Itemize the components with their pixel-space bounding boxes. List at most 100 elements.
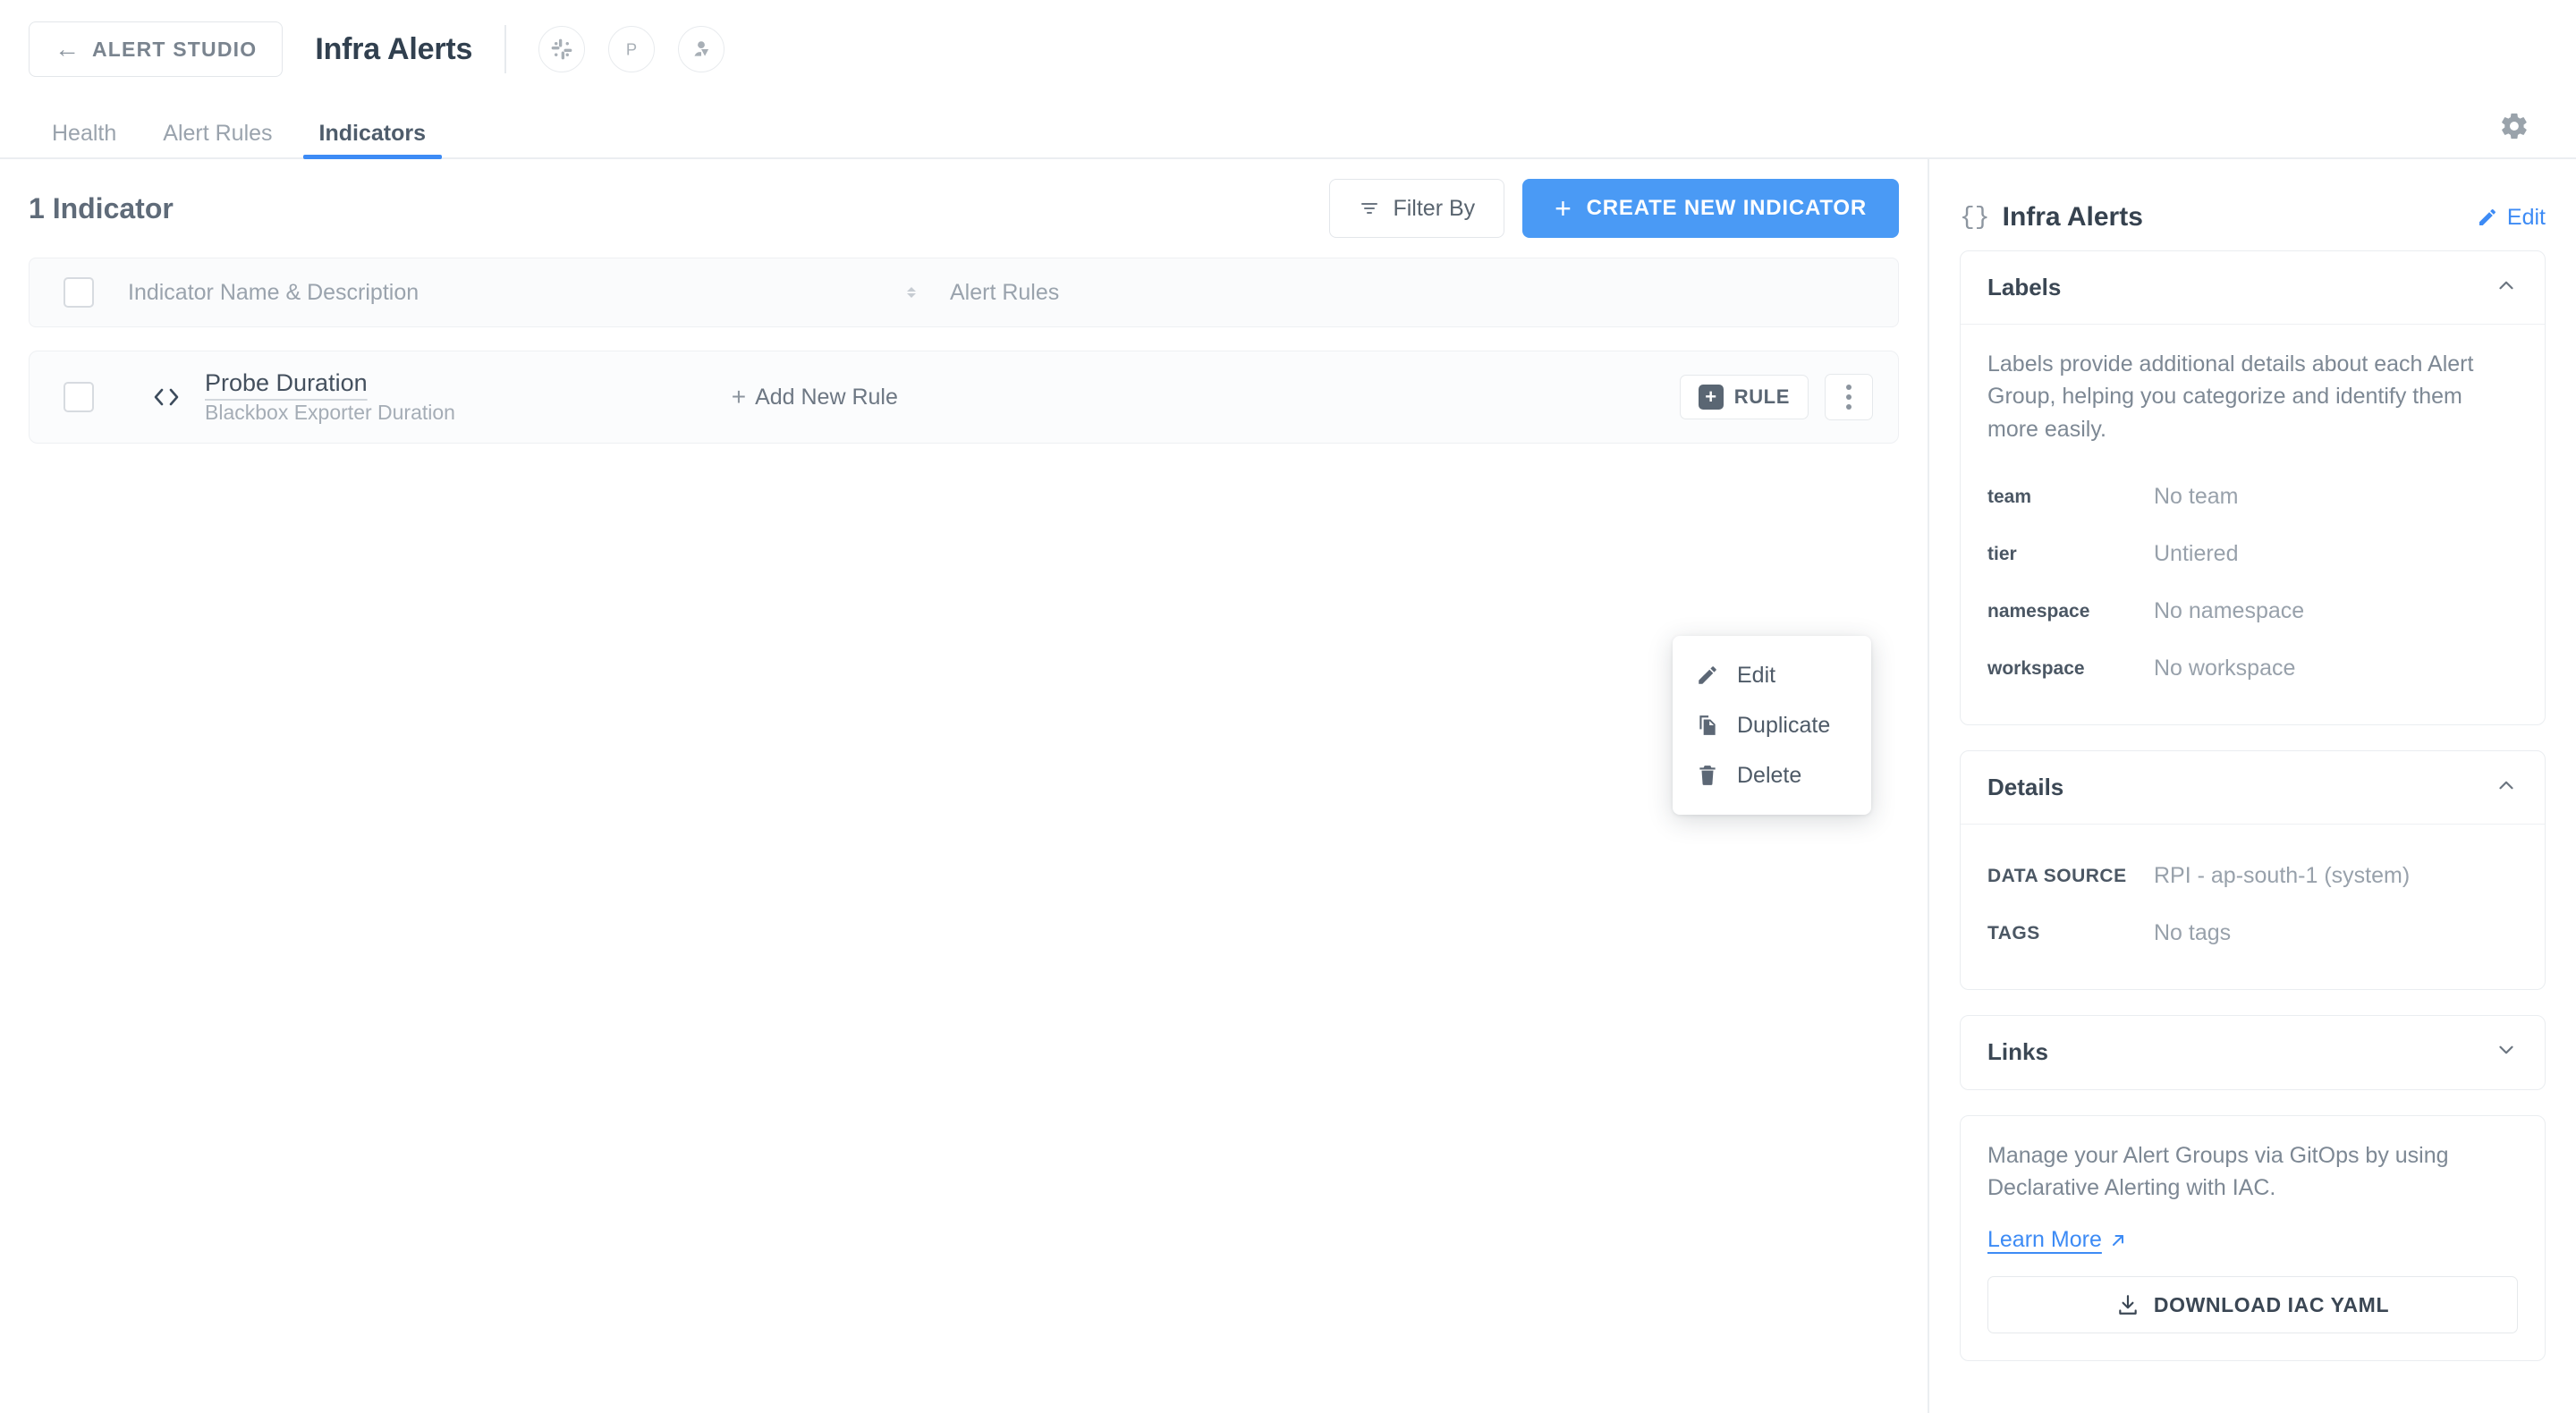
details-panel-body: DATA SOURCE RPI - ap-south-1 (system) TA… [1961,825,2545,989]
gear-icon [2502,113,2527,140]
label-row-tier: tier Untiered [1987,526,2518,583]
back-button-label: ALERT STUDIO [92,37,258,61]
add-new-rule-button[interactable]: + Add New Rule [732,385,898,410]
download-icon [2119,1295,2137,1316]
column-header-name: Indicator Name & Description [128,280,950,306]
detail-value: No tags [2154,920,2232,946]
labels-panel: Labels Labels provide additional details… [1960,250,2546,725]
menu-item-edit[interactable]: Edit [1673,650,1871,700]
select-all-checkbox[interactable] [64,277,94,308]
label-key: namespace [1987,600,2090,622]
app-root: ← ALERT STUDIO Infra Alerts P Health Ale… [0,0,2576,1413]
details-panel-header[interactable]: Details [1961,751,2545,825]
menu-item-edit-label: Edit [1737,662,1776,688]
external-link-icon [2112,1234,2123,1246]
sort-toggle[interactable] [903,287,919,298]
rule-badge-label: RULE [1733,385,1790,408]
learn-more-link[interactable]: Learn More [1987,1227,2127,1253]
detail-value: RPI - ap-south-1 (system) [2154,863,2411,889]
trash-icon [1699,766,1716,785]
learn-more-label: Learn More [1987,1227,2102,1253]
label-key: team [1987,486,2032,507]
table-header: Indicator Name & Description Alert Rules [29,258,1899,327]
row-context-menu: Edit Duplicate Delete [1673,636,1871,815]
integration-icons: P [538,26,725,72]
indicator-count-title: 1 Indicator [29,191,174,224]
alert-rules-cell: + Add New Rule [732,385,1680,410]
main-content: 1 Indicator Filter By + CREATE NEW INDIC… [0,159,1929,1413]
tab-indicators[interactable]: Indicators [296,123,449,159]
column-header-alert-rules: Alert Rules [950,279,1060,305]
gitops-panel-body: Manage your Alert Groups via GitOps by u… [1961,1116,2545,1361]
tab-bar: Health Alert Rules Indicators [0,98,2576,159]
header-divider [504,25,507,73]
top-bar: ← ALERT STUDIO Infra Alerts P [0,0,2576,98]
sidebar-title: Infra Alerts [2002,202,2143,232]
indicator-description: Blackbox Exporter Duration [205,401,455,424]
label-value: No team [2154,484,2239,510]
links-panel-header[interactable]: Links [1961,1016,2545,1089]
chevron-up-icon[interactable] [2495,774,2518,801]
labels-description: Labels provide additional details about … [1987,351,2474,442]
page-body: 1 Indicator Filter By + CREATE NEW INDIC… [0,159,2576,1413]
slack-integration-button[interactable] [538,26,586,72]
pagerduty-integration-button[interactable]: P [608,26,656,72]
toolbar-actions: Filter By + CREATE NEW INDICATOR [1329,179,1899,238]
create-new-indicator-button[interactable]: + CREATE NEW INDICATOR [1522,179,1899,238]
settings-button[interactable] [2494,106,2535,147]
plus-icon: + [731,383,747,410]
chevron-down-icon[interactable] [2495,1038,2518,1066]
links-panel-title: Links [1987,1038,2048,1066]
label-row-workspace: workspace No workspace [1987,640,2518,698]
details-panel-title: Details [1987,773,2064,800]
tab-alert-rules[interactable]: Alert Rules [140,123,295,157]
download-iac-yaml-label: DOWNLOAD IAC YAML [2153,1292,2390,1316]
back-to-alert-studio-button[interactable]: ← ALERT STUDIO [29,21,284,77]
view-code-button[interactable] [128,384,205,410]
menu-item-duplicate[interactable]: Duplicate [1673,700,1871,750]
filter-by-button[interactable]: Filter By [1329,179,1505,238]
select-all-cell [30,277,128,308]
pencil-icon [2479,208,2496,225]
download-iac-yaml-button[interactable]: DOWNLOAD IAC YAML [1987,1276,2518,1334]
sidebar-edit-button[interactable]: Edit [2477,205,2546,231]
links-panel: Links [1960,1014,2546,1090]
indicator-name-cell: Probe Duration Blackbox Exporter Duratio… [205,369,732,425]
curly-braces-icon: {} [1960,203,1990,232]
label-key: workspace [1987,657,2085,679]
row-checkbox[interactable] [64,382,94,412]
labels-panel-title: Labels [1987,274,2062,300]
assign-user-button[interactable] [678,26,725,72]
menu-item-delete[interactable]: Delete [1673,750,1871,800]
column-header-name-label: Indicator Name & Description [128,279,419,305]
sort-arrows-icon [907,287,916,298]
more-vertical-icon-dot [1846,404,1852,410]
labels-panel-header[interactable]: Labels [1961,251,2545,325]
tab-health[interactable]: Health [29,123,140,157]
tab-list: Health Alert Rules Indicators [29,123,449,159]
list-toolbar: 1 Indicator Filter By + CREATE NEW INDIC… [29,159,1899,258]
details-sidebar: {} Infra Alerts Edit Labels Labels provi… [1929,159,2576,1413]
table-row[interactable]: Probe Duration Blackbox Exporter Duratio… [29,351,1899,444]
sidebar-header: {} Infra Alerts Edit [1960,184,2546,250]
labels-panel-body: Labels provide additional details about … [1961,325,2545,724]
chevron-up-icon[interactable] [2495,274,2518,301]
page-title: Infra Alerts [315,31,473,66]
indicator-name-link[interactable]: Probe Duration [205,369,368,397]
row-more-actions-button[interactable] [1825,374,1873,420]
details-panel: Details DATA SOURCE RPI - ap-south-1 (sy… [1960,749,2546,990]
add-rule-badge-button[interactable]: + RULE [1679,375,1809,419]
user-download-icon [694,41,709,56]
label-value: No namespace [2154,598,2305,624]
menu-item-duplicate-label: Duplicate [1737,712,1831,738]
label-row-team: team No team [1987,469,2518,526]
more-vertical-icon-dot [1846,385,1852,390]
detail-key: DATA SOURCE [1987,865,2127,886]
label-value: No workspace [2154,656,2296,681]
filter-by-label: Filter By [1393,195,1476,221]
menu-item-delete-label: Delete [1737,762,1802,788]
plus-icon: + [1555,192,1572,224]
sidebar-edit-label: Edit [2506,204,2546,230]
create-new-indicator-label: CREATE NEW INDICATOR [1586,196,1867,220]
pencil-icon [1699,666,1716,684]
